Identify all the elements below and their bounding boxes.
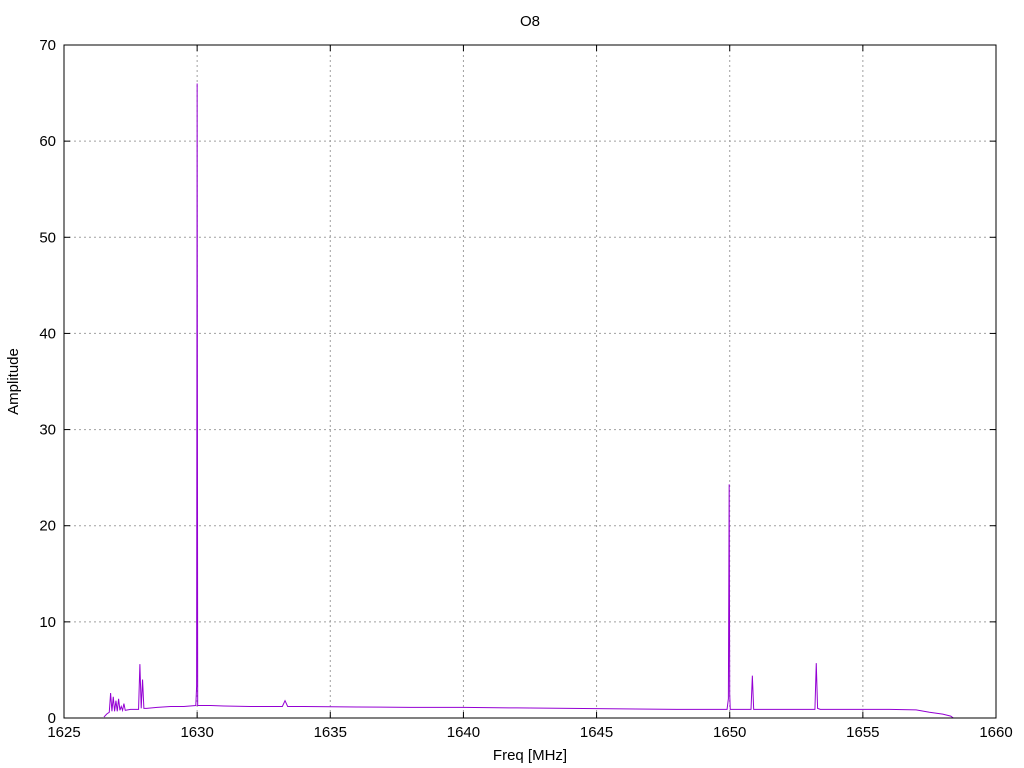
- y-tick-label: 10: [39, 614, 56, 631]
- y-tick-label: 70: [39, 37, 56, 54]
- y-tick-label: 20: [39, 518, 56, 535]
- grid-layer: [64, 45, 996, 718]
- y-tick-label: 40: [39, 325, 56, 342]
- x-tick-label: 1635: [314, 724, 347, 741]
- x-tick-label: 1660: [979, 724, 1012, 741]
- x-tick-label: 1655: [846, 724, 879, 741]
- x-tick-label: 1630: [180, 724, 213, 741]
- y-tick-label: 60: [39, 133, 56, 150]
- y-tick-label: 30: [39, 422, 56, 439]
- x-tick-label: 1650: [713, 724, 746, 741]
- y-axis-label: Amplitude: [5, 348, 22, 415]
- y-tick-label: 50: [39, 229, 56, 246]
- series-line: [103, 83, 954, 719]
- x-tick-label: 1640: [447, 724, 480, 741]
- chart: O8 1625 1630 1635 1640 1645 1650 1655 166001020…: [5, 13, 1013, 764]
- tick-layer: [63, 44, 997, 719]
- y-tick-label: 0: [48, 710, 56, 727]
- plot-frame: [63, 44, 997, 719]
- tick-labels: 1625 1630 1635 1640 1645 1650 1655 166001020304…: [39, 37, 1012, 741]
- chart-title: O8: [520, 13, 540, 30]
- x-axis-label: Freq [MHz]: [493, 747, 567, 764]
- x-tick-label: 1645: [580, 724, 613, 741]
